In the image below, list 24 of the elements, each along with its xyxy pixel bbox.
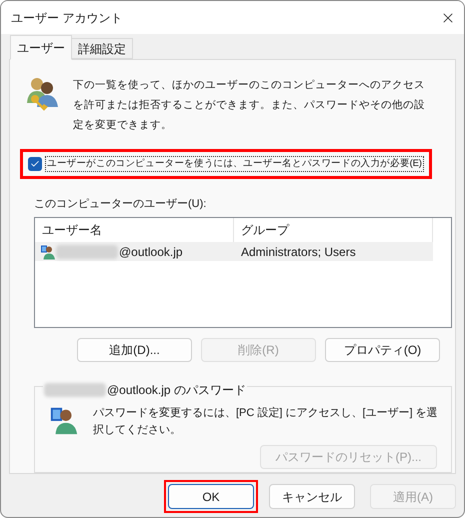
list-label: このコンピューターのユーザー(U): — [34, 197, 208, 212]
column-header[interactable]: ユーザー名 — [35, 218, 234, 242]
tab[interactable]: ユーザー — [10, 35, 72, 60]
checkbox[interactable] — [28, 157, 42, 172]
user-row[interactable]: @outlook.jp Administrators; Users — [35, 242, 433, 261]
check-icon — [30, 159, 40, 170]
blurred-text — [56, 244, 118, 259]
group-title: @outlook.jp のパスワード — [107, 382, 246, 398]
button[interactable]: 追加(D)... — [77, 338, 192, 362]
checkbox-label[interactable]: ユーザーがこのコンピューターを使うには、ユーザー名とパスワードの入力が必要(E) — [45, 156, 424, 172]
password-info-text: パスワードを変更するには、[PC 設定] にアクセスし、[ユーザー] を選択してください。 — [93, 406, 439, 438]
user-with-monitor-icon — [40, 244, 56, 260]
window-title: ユーザー アカウント — [11, 10, 122, 26]
users-with-key-icon — [26, 75, 60, 111]
intro-text: 下の一覧を使って、ほかのユーザーのこのコンピューターへのアクセスを許可または拒否することができます。また、パスワードやその他の設定を変更できます。 — [73, 78, 426, 133]
column-header[interactable]: グループ — [234, 218, 433, 242]
button[interactable]: プロパティ(O) — [325, 338, 440, 362]
button[interactable]: OK — [168, 484, 254, 509]
table-cell-text: @outlook.jp — [119, 244, 183, 261]
table-cell-text: Administrators; Users — [240, 244, 356, 261]
button[interactable]: キャンセル — [269, 484, 355, 509]
tab[interactable]: 詳細設定 — [72, 38, 133, 59]
user-with-monitor-icon — [49, 405, 79, 436]
user-list[interactable]: ユーザー名 グループ @outlook.jp Administrators; Users — [34, 216, 452, 328]
